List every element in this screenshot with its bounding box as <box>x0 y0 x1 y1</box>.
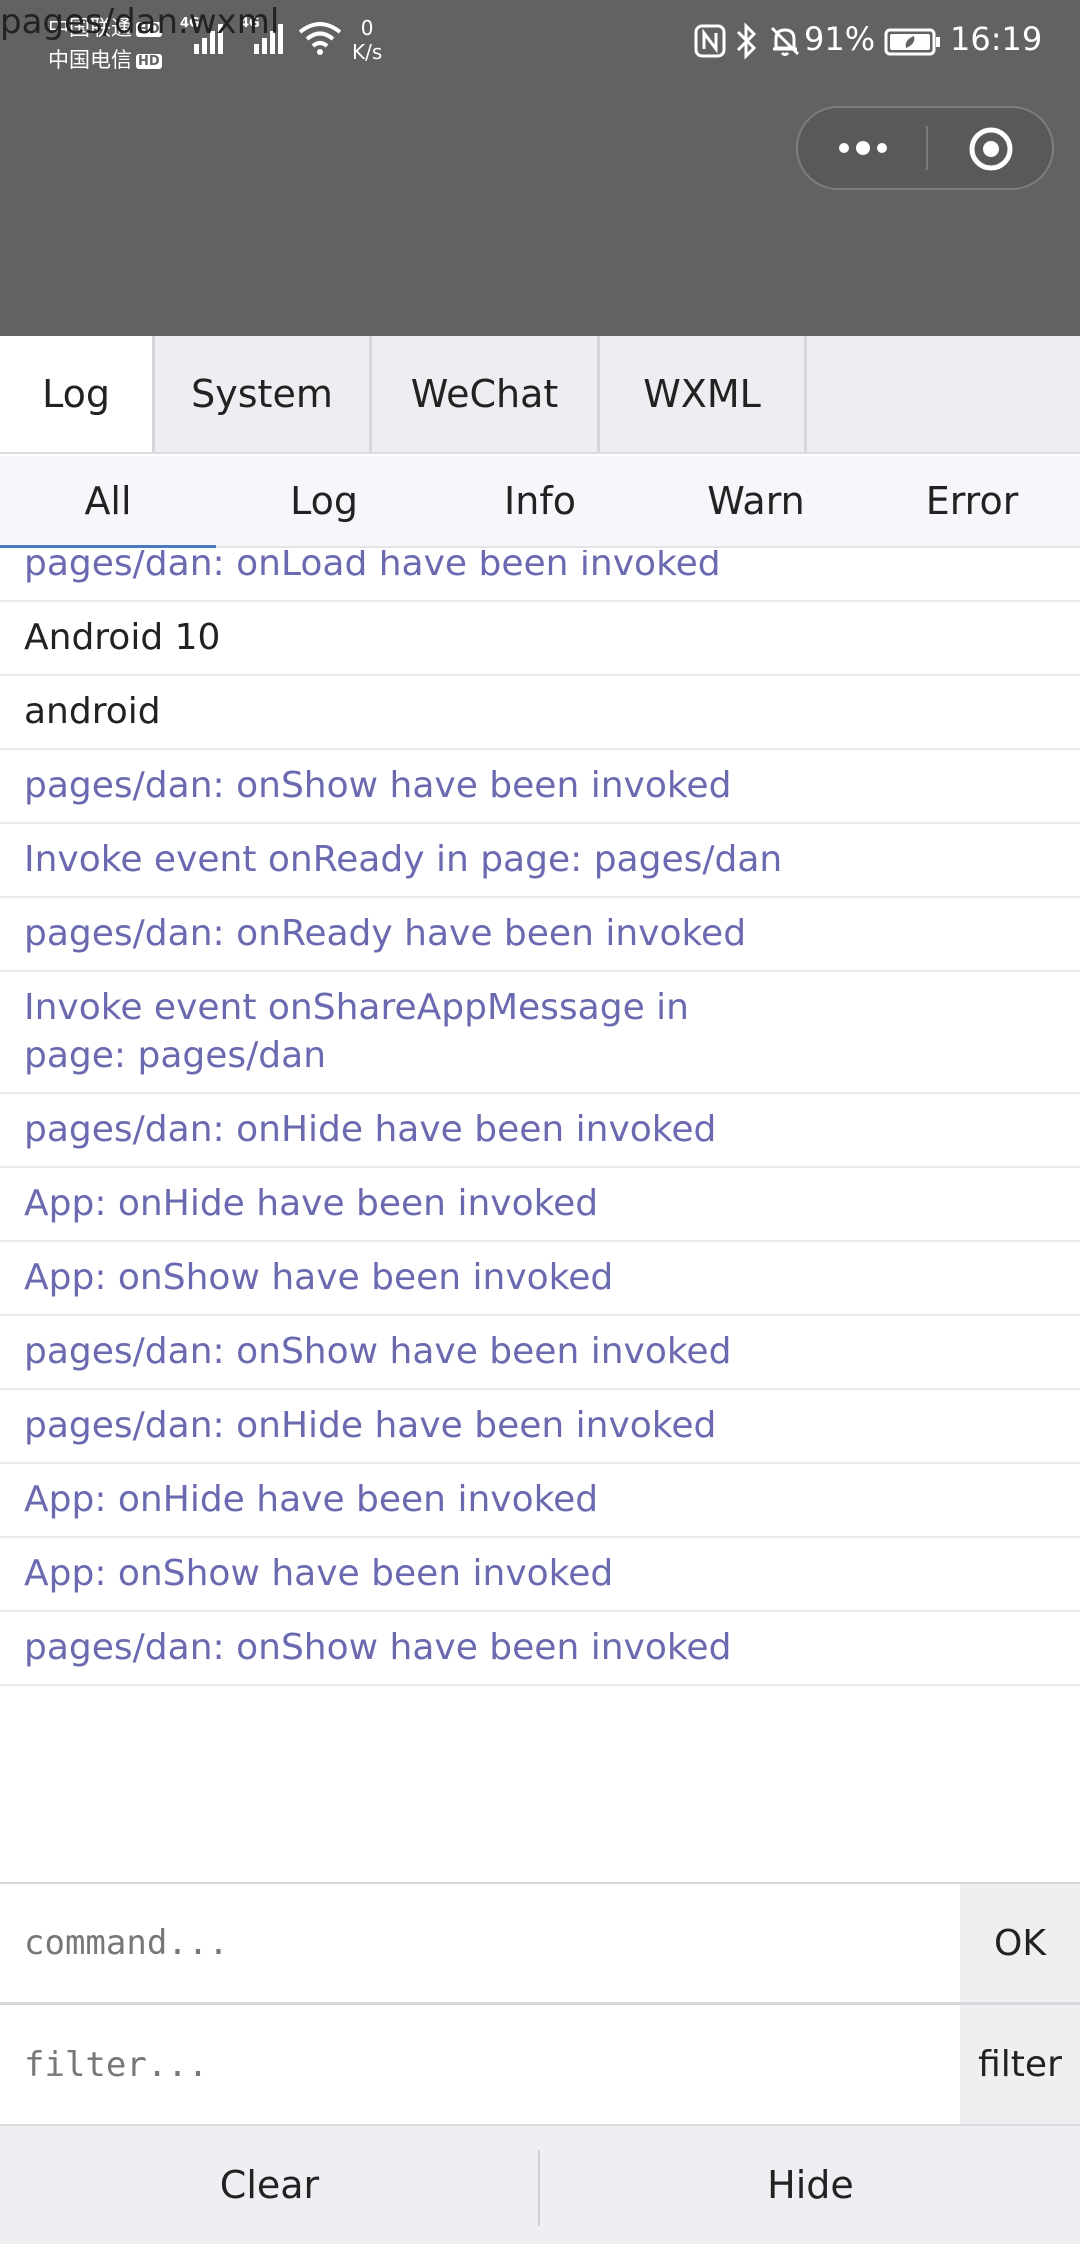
capsule-divider <box>926 126 928 170</box>
log-text: App: onShow have been invoked <box>24 1257 614 1298</box>
log-item: pages/dan: onHide have been invoked <box>0 1094 1080 1168</box>
more-icon[interactable] <box>834 130 892 166</box>
log-item: App: onShow have been invoked <box>0 1538 1080 1612</box>
speed-unit: K/s <box>352 40 383 64</box>
tab-log[interactable]: Log <box>0 336 155 452</box>
log-list[interactable]: pages/dan: onLoad have been invoked Andr… <box>0 550 1080 1882</box>
close-miniprogram-icon[interactable] <box>968 126 1014 172</box>
log-item: pages/dan: onLoad have been invoked <box>0 550 1080 602</box>
bottom-divider <box>538 2150 540 2226</box>
top-header: 中国联通 HD 中国电信 HD 4G 4G 0 K/s 91% 16:19 pa… <box>0 0 1080 336</box>
log-text: Android 10 <box>24 617 221 658</box>
subtab-error[interactable]: Error <box>864 456 1080 546</box>
battery-percent: 91% <box>804 20 876 58</box>
subtab-all[interactable]: All <box>0 456 216 548</box>
log-text: pages/dan: onReady have been invoked <box>24 913 747 954</box>
filter-button[interactable]: filter <box>960 2005 1080 2124</box>
log-item: pages/dan: onReady have been invoked <box>0 898 1080 972</box>
tab-system[interactable]: System <box>155 336 372 452</box>
log-item: pages/dan: onShow have been invoked <box>0 1612 1080 1686</box>
log-item: android <box>0 676 1080 750</box>
log-text: Invoke event onShareAppMessage in page: … <box>24 987 689 1076</box>
nfc-icon <box>694 24 726 58</box>
tab-wxml[interactable]: WXML <box>600 336 807 452</box>
subtab-info[interactable]: Info <box>432 456 648 546</box>
log-text: App: onHide have been invoked <box>24 1479 599 1520</box>
log-item: Android 10 <box>0 602 1080 676</box>
log-item: Invoke event onReady in page: pages/dan <box>0 824 1080 898</box>
tab-wechat[interactable]: WeChat <box>372 336 600 452</box>
bluetooth-icon <box>736 22 757 60</box>
log-item: pages/dan: onHide have been invoked <box>0 1390 1080 1464</box>
main-tabs: Log System WeChat WXML <box>0 336 1080 454</box>
log-text: App: onHide have been invoked <box>24 1183 599 1224</box>
mute-icon <box>770 26 800 56</box>
log-text: pages/dan: onLoad have been invoked <box>24 550 721 584</box>
log-text: android <box>24 691 161 732</box>
wifi-icon <box>298 22 342 55</box>
clear-button[interactable]: Clear <box>0 2126 539 2244</box>
battery-icon <box>884 28 940 56</box>
log-item: App: onShow have been invoked <box>0 1242 1080 1316</box>
log-item: pages/dan: onShow have been invoked <box>0 1316 1080 1390</box>
network-speed: 0 K/s <box>352 16 382 64</box>
command-input[interactable] <box>0 1884 960 2002</box>
miniprogram-capsule <box>796 106 1054 190</box>
bottom-bar: Clear Hide <box>0 2124 1080 2244</box>
hide-button[interactable]: Hide <box>541 2126 1080 2244</box>
ok-button[interactable]: OK <box>960 1884 1080 2002</box>
subtab-warn[interactable]: Warn <box>648 456 864 546</box>
hd-badge-2: HD <box>136 53 162 69</box>
log-level-tabs: All Log Info Warn Error <box>0 456 1080 548</box>
log-text: pages/dan: onShow have been invoked <box>24 1331 732 1372</box>
carrier-2: 中国电信 HD <box>48 44 162 74</box>
filter-bar: filter <box>0 2002 1080 2124</box>
log-item: Invoke event onShareAppMessage in page: … <box>0 972 1080 1094</box>
subtab-log[interactable]: Log <box>216 456 432 546</box>
log-item: App: onHide have been invoked <box>0 1168 1080 1242</box>
command-bar: OK <box>0 1882 1080 2002</box>
log-text: pages/dan: onHide have been invoked <box>24 1109 717 1150</box>
log-text: pages/dan: onShow have been invoked <box>24 765 732 806</box>
log-item: pages/dan: onShow have been invoked <box>0 750 1080 824</box>
log-item: App: onHide have been invoked <box>0 1464 1080 1538</box>
log-text: pages/dan: onShow have been invoked <box>24 1627 732 1668</box>
log-text: Invoke event onReady in page: pages/dan <box>24 839 783 880</box>
carrier-2-label: 中国电信 <box>48 48 132 72</box>
log-text: App: onShow have been invoked <box>24 1553 614 1594</box>
log-text: pages/dan: onHide have been invoked <box>24 1405 717 1446</box>
clock: 16:19 <box>950 20 1043 58</box>
page-path-text: pages/dan.wxml <box>0 2 280 42</box>
speed-value: 0 <box>360 16 374 40</box>
filter-input[interactable] <box>0 2005 960 2124</box>
